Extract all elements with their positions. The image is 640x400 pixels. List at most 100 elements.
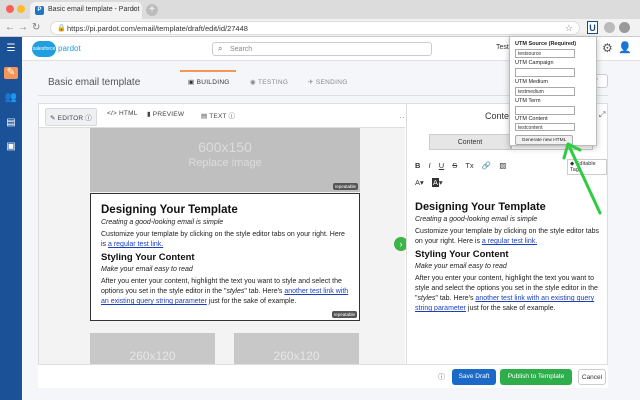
url-text: https://pi.pardot.com/email/template/dra… [67, 24, 248, 33]
step-testing-label: TESTING [257, 79, 289, 86]
close-tab-icon[interactable]: × [131, 5, 136, 14]
search-placeholder: Search [230, 46, 253, 53]
minimize-window-icon[interactable] [17, 5, 25, 13]
new-tab-button[interactable]: + [146, 4, 158, 16]
hamburger-menu-icon[interactable]: ☰ [4, 43, 18, 55]
annotation-arrow [562, 142, 602, 215]
info-icon[interactable]: ⓘ [438, 372, 445, 382]
tab-editor-label: EDITOR [57, 115, 84, 122]
email-content-block[interactable]: Designing Your Template Creating a good-… [90, 193, 360, 321]
publish-template-button[interactable]: Publish to Template [500, 369, 572, 385]
tab-preview[interactable]: ▮ PREVIEW [147, 110, 184, 118]
utm-campaign-label: UTM Campaign [515, 60, 554, 66]
email-paragraph-1: Customize your template by clicking on t… [101, 230, 349, 250]
browser-tab[interactable]: P Basic email template - Pardot × [30, 2, 142, 19]
preview-p2-mid: " tab. Here's [435, 295, 476, 302]
browser-window: P Basic email template - Pardot × + ← → … [0, 0, 640, 400]
close-window-icon[interactable] [6, 5, 14, 13]
hero-image-placeholder[interactable]: 600x150 Replace image repeatable [90, 128, 360, 192]
email-p2-em: styles [226, 288, 245, 295]
highlight-color-icon[interactable]: A [431, 178, 439, 187]
email-subheading-2: Make your email easy to read [101, 266, 193, 273]
tab-preview-label: PREVIEW [152, 111, 185, 118]
pardot-logo-text: pardot [58, 44, 81, 53]
preview-paragraph-2: After you enter your content, highlight … [415, 274, 605, 314]
admin-briefcase-icon[interactable]: ▣ [4, 141, 18, 153]
reload-icon[interactable]: ↻ [32, 22, 40, 33]
search-input[interactable]: ⌕ Search [212, 42, 432, 56]
editor-tabs: ✎ EDITOR ⓘ </> HTML ▮ PREVIEW ▤ TEXT ⓘ [39, 104, 405, 128]
cancel-button[interactable]: Cancel [578, 369, 606, 385]
underline-icon[interactable]: U [439, 161, 444, 170]
link-icon[interactable]: 🔗 [482, 161, 491, 170]
utm-medium-input[interactable]: testmedium [515, 87, 575, 96]
tab-title: Basic email template - Pardot [48, 6, 140, 13]
utm-source-input[interactable]: testsource [515, 49, 575, 58]
tab-html-label: HTML [119, 110, 138, 117]
tab-content[interactable]: Content [429, 134, 511, 150]
footer-bar: ⓘ Save Draft Publish to Template Cancel [38, 364, 608, 388]
font-color-icon[interactable]: A▾ [415, 178, 424, 187]
preview-heading-2: Styling Your Content [415, 249, 509, 260]
save-draft-button[interactable]: Save Draft [452, 369, 496, 385]
clear-format-icon[interactable]: Tx [465, 161, 473, 170]
utm-content-input[interactable]: testcontent [515, 123, 575, 131]
tab-strip: P Basic email template - Pardot × + [0, 0, 640, 19]
utm-term-label: UTM Term [515, 98, 541, 104]
strikethrough-icon[interactable]: S [452, 161, 457, 170]
preview-p2-em: styles [417, 295, 436, 302]
page-title: Basic email template [48, 77, 141, 88]
utm-source-label: UTM Source (Required) [515, 41, 577, 47]
tab-editor[interactable]: ✎ EDITOR ⓘ [45, 108, 98, 126]
preview-p2-post: just for the sake of example. [465, 305, 556, 312]
user-avatar-icon[interactable]: 👤 [618, 41, 632, 54]
tab-text-label: TEXT [209, 113, 227, 120]
left-nav: ☰ ✎ 👥 ▤ ▣ [0, 37, 22, 400]
menu-dots-icon[interactable] [619, 22, 630, 33]
back-arrow-icon[interactable]: ← [5, 22, 15, 33]
bold-icon[interactable]: B [415, 161, 420, 170]
italic-icon[interactable]: I [429, 161, 431, 170]
format-toolbar: B I U S Tx 🔗 ▨ [415, 161, 512, 173]
hero-replace-text: Replace image [188, 157, 262, 169]
step-sending[interactable]: ✈ SENDING [308, 78, 348, 86]
forward-arrow-icon[interactable]: → [18, 22, 28, 33]
email-heading: Designing Your Template [101, 204, 238, 216]
pardot-favicon-icon: P [35, 6, 44, 15]
prospects-icon[interactable]: 👥 [4, 92, 18, 104]
email-p2-mid: " tab. Here's [244, 288, 285, 295]
gear-icon[interactable]: ⚙ [602, 41, 613, 55]
search-icon: ⌕ [218, 44, 223, 53]
preview-paragraph-1: Customize your template by clicking on t… [415, 227, 605, 247]
step-sending-label: SENDING [315, 79, 348, 86]
utm-medium-label: UTM Medium [515, 79, 549, 85]
preview-regular-test-link[interactable]: a regular test link. [482, 238, 537, 245]
tab-text[interactable]: ▤ TEXT ⓘ [201, 110, 235, 120]
lock-icon: 🔒 [57, 25, 66, 32]
hero-size-text: 600x150 [198, 139, 252, 155]
utm-content-label: UTM Content [515, 116, 548, 122]
image-icon[interactable]: ▨ [499, 161, 506, 170]
step-testing[interactable]: ◉ TESTING [250, 78, 288, 86]
email-subheading: Creating a good-looking email is simple [101, 219, 224, 226]
utm-extension-icon[interactable]: U [587, 21, 598, 34]
active-step-indicator [180, 70, 236, 72]
utm-builder-popup: UTM Source (Required) testsource UTM Cam… [509, 36, 597, 146]
utm-campaign-input[interactable] [515, 68, 575, 77]
tab-html[interactable]: </> HTML [107, 110, 138, 117]
extension-icon[interactable] [604, 22, 615, 33]
step-building-label: BUILDING [196, 79, 230, 86]
bookmark-star-icon[interactable]: ☆ [565, 23, 573, 34]
regular-test-link[interactable]: a regular test link. [108, 241, 163, 248]
preview-subheading-2: Make your email easy to read [415, 263, 507, 270]
expand-icon[interactable]: ⤢ [599, 110, 605, 120]
email-heading-2: Styling Your Content [101, 252, 195, 263]
address-bar[interactable]: 🔒 https://pi.pardot.com/email/template/d… [50, 21, 580, 35]
salesforce-logo: salesforce [32, 41, 56, 57]
marketing-pencil-icon[interactable]: ✎ [4, 67, 18, 79]
reports-icon[interactable]: ▤ [4, 117, 18, 129]
step-building[interactable]: ▣ BUILDING [188, 78, 230, 86]
color-toolbar: A▾ A▾ [415, 178, 443, 187]
utm-term-input[interactable] [515, 106, 575, 115]
browser-toolbar: ← → ↻ 🔒 https://pi.pardot.com/email/temp… [0, 19, 640, 37]
